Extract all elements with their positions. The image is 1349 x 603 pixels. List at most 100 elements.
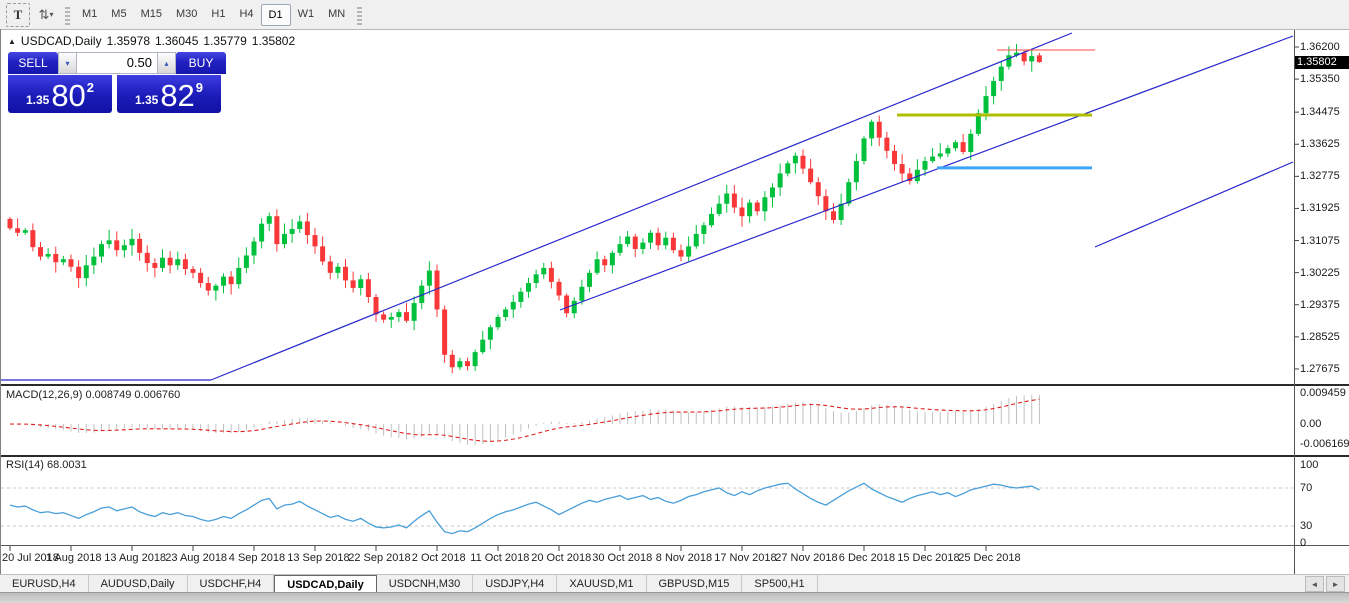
- rsi-axis-label: 100: [1300, 459, 1318, 471]
- buy-price-box[interactable]: 1.35 82 9: [117, 75, 221, 113]
- date-axis-label: 6 Dec 2018: [839, 552, 895, 564]
- timeframe-button-m30[interactable]: M30: [169, 4, 204, 24]
- tab-scroll-left-button[interactable]: ◄: [1305, 576, 1324, 592]
- timeframe-toolbar: M1M5M15M30H1H4D1W1MN: [75, 4, 352, 26]
- date-axis-label: 30 Oct 2018: [592, 552, 652, 564]
- tab-scroller: ◄ ►: [1305, 576, 1345, 592]
- date-axis-label: 2 Oct 2018: [412, 552, 466, 564]
- trendline: [560, 36, 1293, 310]
- price-axis-label: 1.28525: [1300, 331, 1340, 343]
- timeframe-button-m5[interactable]: M5: [104, 4, 133, 24]
- date-axis-label: 22 Sep 2018: [348, 552, 410, 564]
- date-axis-label: 11 Oct 2018: [470, 552, 529, 564]
- one-click-trading-panel: SELL ▾ 0.50 ▴ BUY 1.35 80 2 1.35 82 9: [8, 52, 226, 113]
- date-axis-label: 13 Aug 2018: [104, 552, 166, 564]
- chart-tab-xauusd[interactable]: XAUUSD,M1: [557, 575, 646, 593]
- chart-tab-audusd[interactable]: AUDUSD,Daily: [89, 575, 188, 593]
- volume-decrease-button[interactable]: ▾: [58, 52, 77, 74]
- date-axis-label: 17 Nov 2018: [714, 552, 776, 564]
- symbol-period-label: USDCAD,Daily: [21, 34, 102, 48]
- collapse-icon[interactable]: ▲: [8, 37, 16, 46]
- rsi-axis-label: 30: [1300, 520, 1312, 532]
- timeframe-button-w1[interactable]: W1: [291, 4, 322, 24]
- buy-button[interactable]: BUY: [176, 52, 226, 74]
- chart-tab-bar: EURUSD,H4AUDUSD,DailyUSDCHF,H4USDCAD,Dai…: [0, 574, 1349, 593]
- chart-tab-usdchf[interactable]: USDCHF,H4: [188, 575, 275, 593]
- price-axis-border: [1294, 30, 1295, 574]
- toolbar: T ⇅ ▾ M1M5M15M30H1H4D1W1MN: [0, 0, 1349, 30]
- price-axis-label: 1.36200: [1300, 41, 1340, 53]
- pane-separator: [0, 545, 1349, 546]
- toolbar-separator: [357, 5, 362, 25]
- chart-tab-sp500[interactable]: SP500,H1: [742, 575, 817, 593]
- text-tool-button[interactable]: T: [6, 3, 30, 27]
- price-axis-label: 1.34475: [1300, 106, 1340, 118]
- arrange-icon: ⇅: [39, 7, 48, 23]
- price-axis-label: 1.32775: [1300, 170, 1340, 182]
- sell-price-sup: 2: [87, 80, 94, 95]
- buy-price-big: 82: [160, 81, 194, 111]
- macd-axis-label: 0.00: [1300, 418, 1321, 430]
- chevron-down-icon: ▾: [49, 10, 53, 19]
- sell-price-prefix: 1.35: [26, 93, 49, 107]
- pane-separator[interactable]: [0, 384, 1349, 386]
- date-axis-label: 4 Sep 2018: [229, 552, 285, 564]
- timeframe-button-m15[interactable]: M15: [134, 4, 169, 24]
- date-axis-label: 8 Nov 2018: [656, 552, 712, 564]
- chart-title: ▲ USDCAD,Daily 1.35978 1.36045 1.35779 1…: [8, 34, 295, 48]
- ohlc-high: 1.36045: [155, 34, 198, 48]
- rsi-label: RSI(14) 68.0031: [6, 459, 87, 471]
- ohlc-low: 1.35779: [203, 34, 246, 48]
- date-axis-label: 23 Aug 2018: [165, 552, 227, 564]
- ohlc-open: 1.35978: [107, 34, 150, 48]
- chart-tab-usdcad[interactable]: USDCAD,Daily: [274, 575, 376, 593]
- date-axis-label: 15 Dec 2018: [897, 552, 959, 564]
- terminal-window: T ⇅ ▾ M1M5M15M30H1H4D1W1MN ▲ USDCAD,Dail…: [0, 0, 1349, 603]
- buy-price-prefix: 1.35: [135, 93, 158, 107]
- price-axis-label: 1.31075: [1300, 235, 1340, 247]
- rsi-axis-label: 0: [1300, 537, 1306, 549]
- toolbar-separator: [65, 5, 70, 25]
- date-axis-label: 20 Oct 2018: [531, 552, 591, 564]
- price-axis-label: 1.27675: [1300, 363, 1340, 375]
- price-axis-label: 1.33625: [1300, 138, 1340, 150]
- timeframe-button-d1[interactable]: D1: [261, 4, 291, 26]
- chart-tab-eurusd[interactable]: EURUSD,H4: [0, 575, 89, 593]
- sell-price-big: 80: [51, 81, 85, 111]
- chart-tab-usdcnh[interactable]: USDCNH,M30: [377, 575, 474, 593]
- date-axis-label: 25 Dec 2018: [958, 552, 1020, 564]
- tab-scroll-right-button[interactable]: ►: [1326, 576, 1345, 592]
- price-axis-label: 1.29375: [1300, 299, 1340, 311]
- sell-price-box[interactable]: 1.35 80 2: [8, 75, 112, 113]
- trendline: [211, 33, 1072, 380]
- status-strip: [0, 592, 1349, 603]
- timeframe-button-m1[interactable]: M1: [75, 4, 104, 24]
- macd-label: MACD(12,26,9) 0.008749 0.006760: [6, 389, 180, 401]
- price-axis-label: 1.35350: [1300, 73, 1340, 85]
- ohlc-close: 1.35802: [252, 34, 295, 48]
- macd-layer: [10, 395, 1039, 445]
- chart-tab-usdjpy[interactable]: USDJPY,H4: [473, 575, 557, 593]
- date-axis-label: 1 Aug 2018: [46, 552, 102, 564]
- macd-axis-label: 0.009459: [1300, 387, 1346, 399]
- timeframe-button-h1[interactable]: H1: [204, 4, 232, 24]
- rsi-line: [10, 483, 1039, 533]
- arrange-windows-button[interactable]: ⇅ ▾: [34, 3, 58, 27]
- timeframe-button-mn[interactable]: MN: [321, 4, 352, 24]
- timeframe-button-h4[interactable]: H4: [232, 4, 260, 24]
- macd-signal-line: [10, 399, 1039, 441]
- chart-tab-gbpusd[interactable]: GBPUSD,M15: [647, 575, 743, 593]
- date-axis-label: 13 Sep 2018: [287, 552, 349, 564]
- volume-input[interactable]: 0.50: [77, 52, 157, 74]
- price-axis-label: 1.30225: [1300, 267, 1340, 279]
- window-left-edge: [0, 29, 1, 574]
- buy-price-sup: 9: [196, 80, 203, 95]
- current-price-tag: 1.35802: [1295, 56, 1349, 69]
- price-axis-label: 1.31925: [1300, 202, 1340, 214]
- date-axis-label: 27 Nov 2018: [775, 552, 837, 564]
- macd-axis-label: -0.006169: [1300, 438, 1349, 450]
- pane-separator[interactable]: [0, 455, 1349, 457]
- sell-button[interactable]: SELL: [8, 52, 58, 74]
- trendline: [1095, 162, 1293, 247]
- volume-increase-button[interactable]: ▴: [157, 52, 176, 74]
